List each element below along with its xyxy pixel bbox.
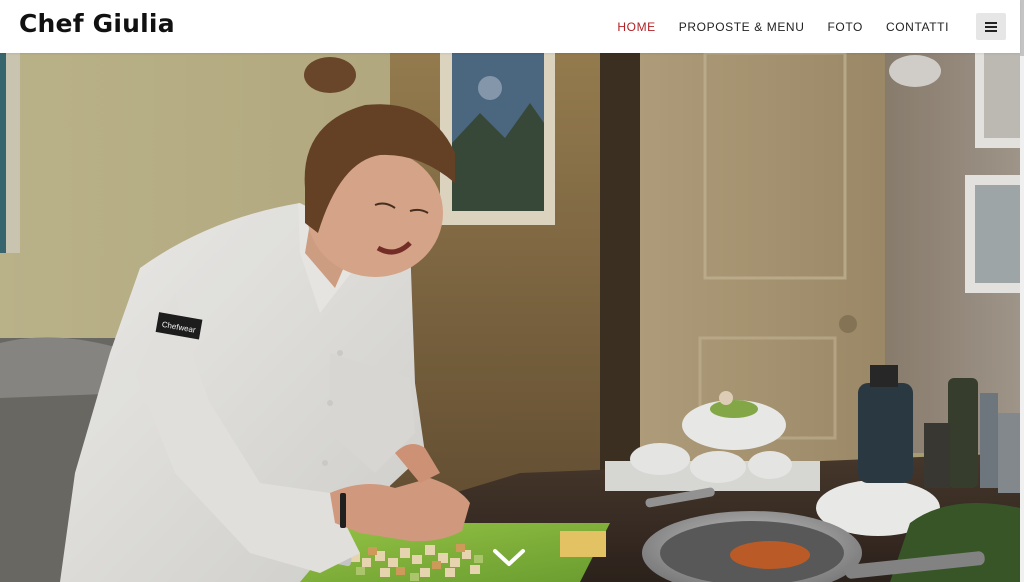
nav-foto[interactable]: FOTO — [827, 20, 863, 34]
nav-proposte-menu[interactable]: PROPOSTE & MENU — [679, 20, 805, 34]
scrollbar-thumb[interactable] — [1020, 0, 1024, 56]
nav-contatti[interactable]: CONTATTI — [886, 20, 949, 34]
brand-logo[interactable]: Chef Giulia — [19, 9, 175, 38]
scroll-down-button[interactable] — [491, 546, 527, 570]
page-scrollbar[interactable] — [1020, 0, 1024, 582]
chevron-down-icon — [493, 549, 525, 566]
hero-photo: Chefwear — [0, 53, 1020, 582]
menu-toggle-button[interactable] — [976, 13, 1006, 40]
top-navbar: Chef Giulia HOME PROPOSTE & MENU FOTO CO… — [0, 0, 1020, 53]
hamburger-icon — [985, 21, 997, 32]
nav-home[interactable]: HOME — [617, 20, 655, 34]
main-nav: HOME PROPOSTE & MENU FOTO CONTATTI — [594, 0, 949, 53]
hero-section: Chefwear — [0, 53, 1020, 582]
